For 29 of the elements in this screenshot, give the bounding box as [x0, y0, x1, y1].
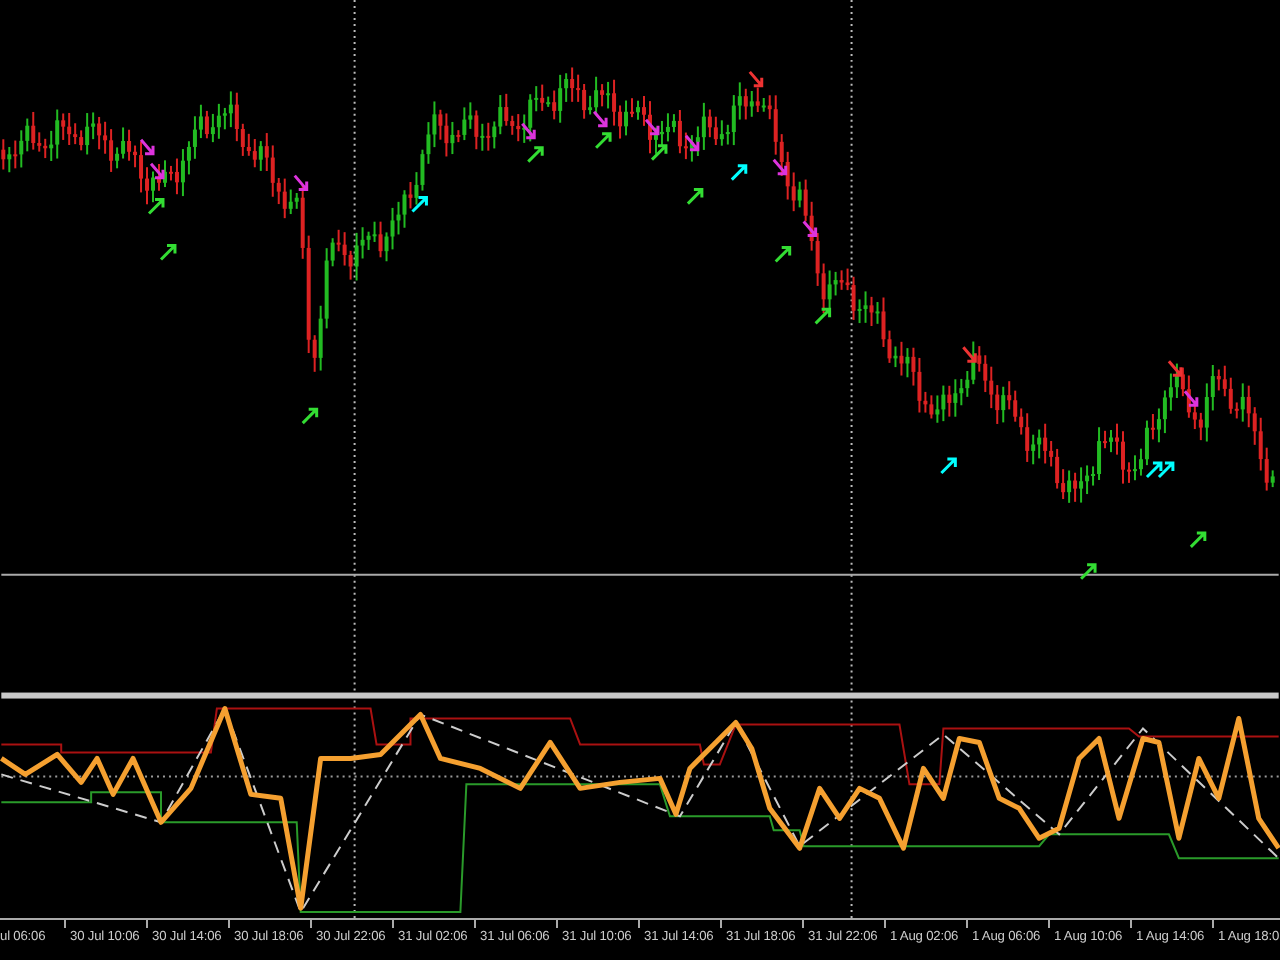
arrow-icon [772, 158, 788, 176]
arrow-icon [159, 244, 177, 261]
arrow-icon [147, 198, 165, 216]
arrow-icon [301, 407, 319, 425]
arrow-icon [1183, 389, 1199, 407]
arrow-icon [802, 220, 818, 237]
arrow-icon [1157, 461, 1175, 479]
arrow-icon [592, 110, 608, 128]
arrow-icon [1189, 531, 1207, 549]
arrow-icon [650, 144, 668, 162]
arrow-icon [149, 162, 165, 180]
arrow-icon [730, 164, 748, 182]
arrow-icon [961, 345, 977, 363]
arrow-icon [594, 132, 612, 150]
arrow-icon [774, 246, 792, 263]
arrow-icon [686, 188, 704, 206]
arrow-icon [644, 118, 660, 136]
arrow-icon [526, 146, 544, 164]
arrow-icon [684, 134, 700, 152]
arrow-icon [814, 307, 832, 325]
arrow-icon [1167, 359, 1183, 377]
arrow-icon [293, 174, 309, 192]
arrow-icon [1079, 563, 1097, 581]
arrow-icon [939, 457, 957, 475]
arrow-icon [139, 138, 155, 156]
arrow-icon [1145, 461, 1163, 479]
arrow-icon [520, 122, 536, 140]
arrow-icon [410, 196, 428, 214]
arrow-icon [748, 70, 764, 88]
